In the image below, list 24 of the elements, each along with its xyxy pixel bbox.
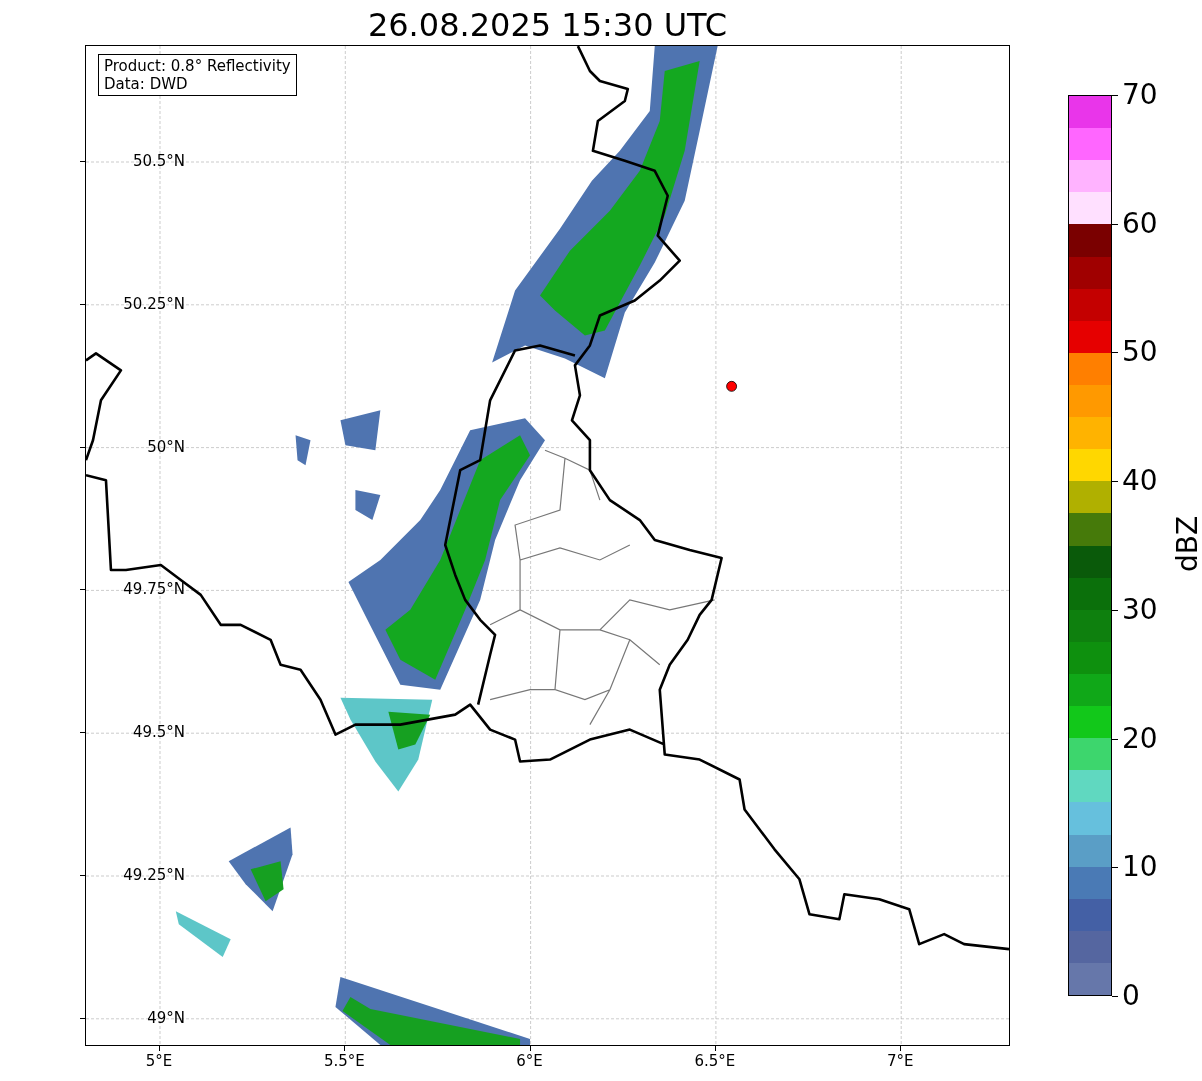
colorbar-tick-label: 70 [1122, 79, 1158, 111]
colorbar-tick-label: 40 [1122, 465, 1158, 498]
colorbar-tick-label: 0 [1122, 980, 1140, 1012]
axis-tick-label: 49.75°N [122, 580, 186, 599]
axis-tick-label: 50.25°N [122, 294, 186, 313]
axis-tick-label: 49.25°N [122, 866, 186, 884]
axis-tick-label: 50.5°N [131, 152, 186, 170]
axis-tick-label: 5.5°E [322, 1052, 366, 1070]
legend-text: Product: 0.8° Reflectivity [104, 57, 291, 75]
axis-tick-label: 5°E [144, 1052, 174, 1070]
chart-title: 26.08.2025 15:30 UTC [366, 5, 729, 46]
axis-tick-label: 6°E [515, 1052, 544, 1070]
colorbar-label: dBZ [1172, 515, 1202, 573]
axis-tick-label: 7°E [885, 1052, 915, 1070]
colorbar-tick-label: 20 [1122, 722, 1158, 755]
axis-tick-label: 50°N [146, 437, 186, 456]
axis-tick-label: 6.5°E [693, 1052, 737, 1070]
axis-tick-label: 49.5°N [131, 723, 186, 742]
colorbar-tick-label: 50 [1122, 336, 1158, 369]
colorbar-tick-label: 10 [1122, 851, 1158, 884]
legend-text: Data: DWD [104, 75, 189, 93]
colorbar-tick-label: 30 [1122, 593, 1158, 626]
axis-tick-label: 49°N [146, 1008, 186, 1027]
colorbar-tick-label: 60 [1122, 207, 1158, 240]
